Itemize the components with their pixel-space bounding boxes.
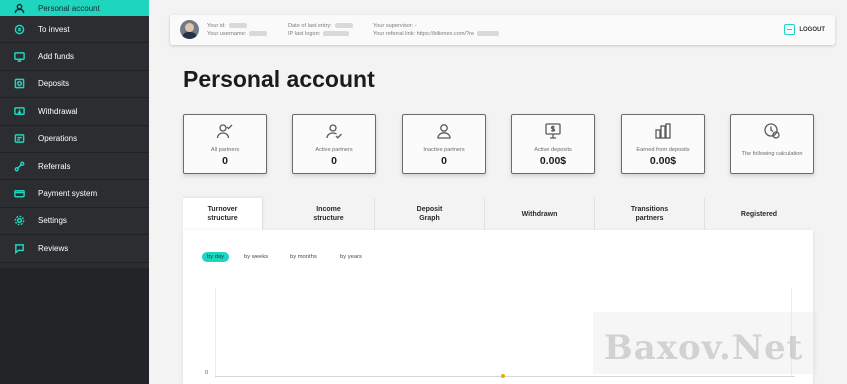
username-label: Your username: (207, 31, 247, 37)
y-axis-tick-label: 0 (205, 370, 209, 376)
tab-label: Withdrawn (521, 210, 558, 218)
stat-label: The following calculation (741, 151, 803, 157)
sidebar: Personal account To invest Add funds Dep… (0, 0, 149, 384)
last-entry-info: Date of last entry: IP last logon: (288, 22, 353, 38)
chart-x-axis (215, 376, 795, 377)
logout-icon (784, 24, 796, 35)
stat-label: Active partners (315, 147, 353, 153)
period-by-day[interactable]: by day (202, 252, 230, 262)
tab-label: Turnover structure (207, 206, 238, 222)
period-by-years[interactable]: by years (335, 252, 367, 262)
stat-label: Earned from deposits (636, 147, 690, 153)
stat-label: All partners (210, 147, 240, 153)
stat-card-following-calculation: The following calculation (730, 114, 814, 174)
stats-tabs: Turnover structure Income structure Depo… (183, 198, 813, 230)
sidebar-item-operations[interactable]: Operations (0, 126, 149, 153)
deposit-icon (12, 77, 26, 91)
sidebar-item-label: Personal account (38, 3, 100, 13)
user-id-info: Your id: Your username: (207, 22, 268, 38)
account-info-bar: Your id: Your username: Date of last ent… (170, 15, 835, 45)
tab-deposit-graph[interactable]: Deposit Graph (375, 198, 485, 230)
sidebar-item-label: Add funds (38, 52, 75, 62)
stat-label: Inactive partners (423, 147, 465, 153)
tab-registered[interactable]: Registered (705, 198, 813, 230)
stat-card-inactive-partners: Inactive partners 0 (402, 114, 486, 174)
sidebar-item-label: Referrals (38, 161, 71, 171)
supervisor-info: Your supervisor: - Your referral link: h… (373, 22, 500, 38)
period-by-months[interactable]: by months (285, 252, 322, 262)
sidebar-item-referrals[interactable]: Referrals (0, 153, 149, 181)
sidebar-item-withdrawal[interactable]: Withdrawal (0, 98, 149, 126)
avatar (180, 20, 199, 39)
stat-card-active-partners: Active partners 0 (292, 114, 376, 174)
sidebar-item-settings[interactable]: Settings (0, 208, 149, 236)
gear-icon (12, 214, 26, 228)
tab-label: Transitions partners (630, 206, 669, 222)
user-icon (12, 1, 26, 15)
last-entry-label: Date of last entry: (288, 23, 332, 29)
tab-income-structure[interactable]: Income structure (283, 198, 375, 230)
sidebar-item-label: Withdrawal (38, 106, 78, 116)
stat-card-all-partners: All partners 0 (183, 114, 267, 174)
sidebar-footer (0, 268, 149, 384)
sidebar-item-personal-account[interactable]: Personal account (0, 0, 149, 16)
sidebar-item-payment-system[interactable]: Payment system (0, 180, 149, 208)
clock-coin-icon (764, 123, 780, 139)
inactive-partner-icon (437, 124, 451, 139)
last-logon-label: IP last logon: (288, 31, 321, 37)
sidebar-item-label: Operations (38, 134, 78, 144)
tab-label: Registered (740, 210, 778, 218)
sidebar-item-label: Settings (38, 216, 67, 226)
withdraw-icon (12, 104, 26, 118)
tab-label: Deposit Graph (416, 206, 443, 222)
coins-stack-icon (655, 123, 671, 139)
sidebar-item-label: Deposits (38, 79, 70, 89)
period-by-weeks[interactable]: by weeks (239, 252, 273, 262)
watermark: Baxov.Net (604, 328, 804, 368)
tab-label: Income structure (313, 206, 344, 222)
tab-transitions-partners[interactable]: Transitions partners (595, 198, 705, 230)
referrals-icon (12, 159, 26, 173)
sidebar-item-label: To invest (38, 24, 70, 34)
stat-label: Active deposits (534, 147, 572, 153)
chart-gridline (215, 288, 216, 378)
tab-turnover-structure[interactable]: Turnover structure (183, 198, 263, 230)
sidebar-item-label: Payment system (38, 189, 98, 199)
logout-button[interactable]: LOGOUT (784, 24, 825, 35)
operations-icon (12, 132, 26, 146)
sidebar-item-to-invest[interactable]: To invest (0, 16, 149, 44)
stat-card-earned-from-deposits: Earned from deposits 0.00$ (621, 114, 705, 174)
sidebar-item-add-funds[interactable]: Add funds (0, 43, 149, 71)
referral-link[interactable]: Your referral link: https://bilionex.com… (373, 31, 474, 37)
stat-value: 0 (331, 155, 337, 167)
stat-card-active-deposits: Active deposits 0.00$ (511, 114, 595, 174)
wallet-icon (12, 50, 26, 64)
coin-icon (12, 22, 26, 36)
stat-value: 0 (441, 155, 447, 167)
data-point (501, 374, 505, 378)
monitor-dollar-icon (545, 123, 561, 139)
chat-icon (12, 241, 26, 255)
sidebar-item-label: Reviews (38, 243, 69, 253)
active-partner-icon (326, 124, 342, 139)
partners-icon (216, 124, 233, 139)
page-title: Personal account (183, 66, 375, 92)
sidebar-item-reviews[interactable]: Reviews (0, 235, 149, 263)
stat-value: 0.00$ (539, 155, 567, 167)
payment-icon (12, 187, 26, 201)
logout-label: LOGOUT (799, 26, 825, 33)
supervisor-label: Your supervisor: - (373, 23, 417, 29)
stat-value: 0.00$ (649, 155, 677, 167)
sidebar-item-deposits[interactable]: Deposits (0, 71, 149, 99)
tab-withdrawn[interactable]: Withdrawn (485, 198, 595, 230)
stat-value: 0 (222, 155, 228, 167)
user-id-label: Your id: (207, 23, 226, 29)
